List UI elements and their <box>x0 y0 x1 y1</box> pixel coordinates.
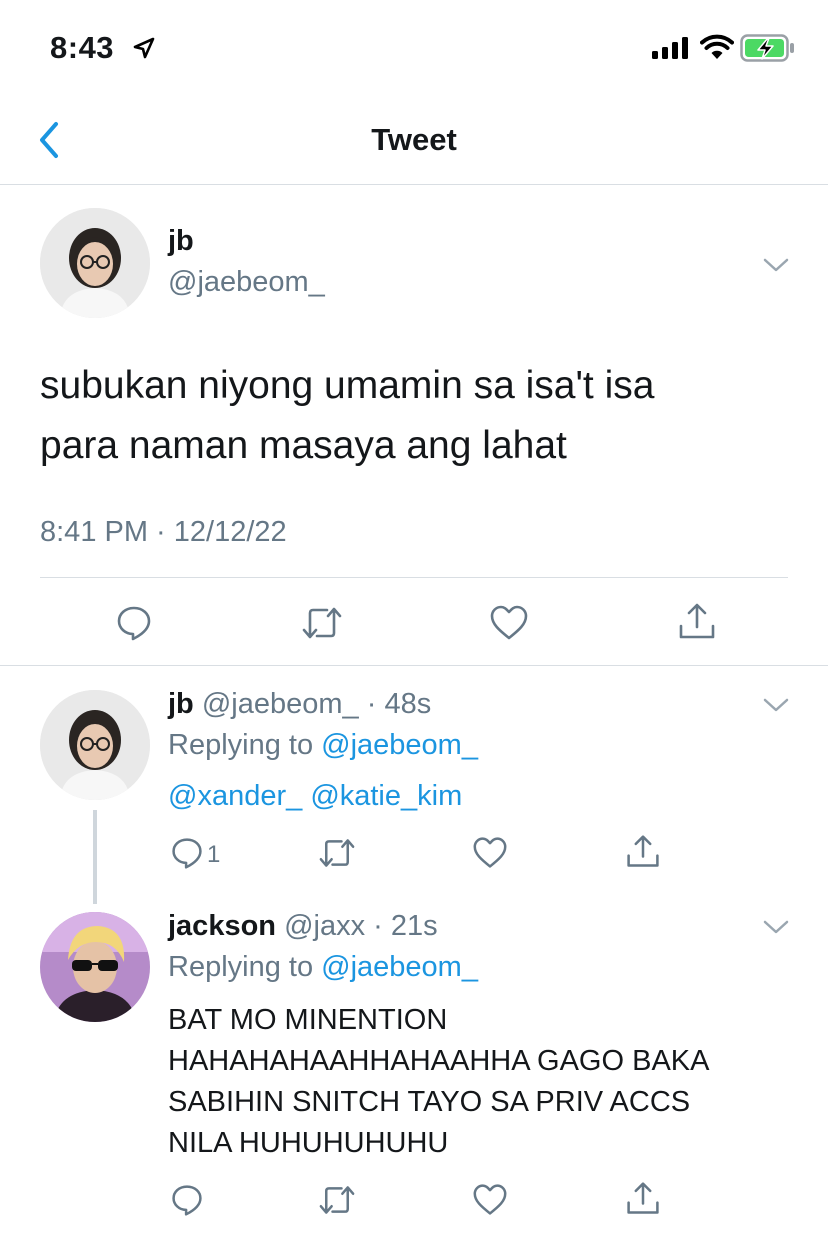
reply-button[interactable] <box>115 604 153 642</box>
battery-charging-icon <box>740 34 794 62</box>
meta-separator: · <box>365 910 391 942</box>
reply-text-line: BAT MO MINENTION <box>168 1004 448 1036</box>
share-icon <box>627 835 659 867</box>
reply-text-line: SABIHIN SNITCH TAYO SA PRIV ACCS <box>168 1086 691 1118</box>
status-bar: 8:43 <box>0 0 828 100</box>
reply-text: BAT MO MINENTION HAHAHAHAAHHAHAAHHA GAGO… <box>168 1000 788 1164</box>
avatar-photo <box>40 208 150 318</box>
reply-author-name[interactable]: jackson <box>168 910 276 942</box>
tweet-timestamp: 8:41 PM · 12/12/22 <box>40 516 287 548</box>
page-title: Tweet <box>371 122 457 157</box>
share-button[interactable] <box>625 1181 661 1217</box>
chevron-down-icon[interactable] <box>763 919 789 935</box>
like-button[interactable] <box>489 604 529 642</box>
meta-separator: · <box>358 688 385 720</box>
replying-prefix: Replying to <box>168 951 322 983</box>
reply-mentions: @xander_ @katie_kim <box>168 780 462 813</box>
comment-icon <box>172 838 202 869</box>
comment-icon <box>117 606 151 641</box>
replying-to: Replying to @jaebeom_ <box>168 729 478 762</box>
reply-text-line: NILA HUHUHUHUHU <box>168 1127 449 1159</box>
cellular-signal-icon <box>652 37 688 59</box>
share-button[interactable] <box>677 602 717 642</box>
avatar-jb[interactable] <box>40 690 150 800</box>
tweet-text: subukan niyong umamin sa isa't isa para … <box>40 356 800 476</box>
share-icon <box>679 603 715 639</box>
retweet-icon <box>319 839 355 867</box>
reply-age: 21s <box>390 910 438 942</box>
retweet-button[interactable] <box>318 1183 356 1217</box>
replying-to: Replying to @jaebeom_ <box>168 951 478 984</box>
heart-icon <box>473 1184 507 1215</box>
reply-author-handle[interactable]: @jaebeom_ <box>202 688 359 720</box>
tweet-text-line: subukan niyong umamin sa isa't isa <box>40 364 655 407</box>
share-button[interactable] <box>625 834 661 870</box>
comment-icon <box>172 1185 202 1216</box>
replying-to-link[interactable]: @jaebeom_ <box>321 951 478 983</box>
retweet-button[interactable] <box>301 604 343 642</box>
retweet-icon <box>302 607 342 639</box>
wifi-icon <box>700 34 734 59</box>
tweet-text-line: para naman masaya ang lahat <box>40 424 567 467</box>
avatar-photo <box>40 690 150 800</box>
thread-connector <box>93 810 97 904</box>
heart-icon <box>473 837 507 868</box>
reply-header: jackson @jaxx · 21s <box>168 910 438 943</box>
reply-author-handle[interactable]: @jaxx <box>284 910 365 942</box>
reply-author-name[interactable]: jb <box>168 688 194 720</box>
status-time: 8:43 <box>50 30 115 65</box>
divider <box>0 665 828 666</box>
chevron-down-icon[interactable] <box>763 257 789 273</box>
reply-text-line: HAHAHAHAAHHAHAAHHA GAGO BAKA <box>168 1045 710 1077</box>
reply-button[interactable] <box>170 1183 204 1217</box>
reply-header: jb @jaebeom_ · 48s <box>168 688 431 721</box>
chevron-down-icon[interactable] <box>763 697 789 713</box>
replying-prefix: Replying to <box>168 729 322 761</box>
avatar-photo <box>40 912 150 1022</box>
author-name[interactable]: jb <box>168 225 194 258</box>
avatar-jb[interactable] <box>40 208 150 318</box>
reply-age: 48s <box>384 688 432 720</box>
author-handle[interactable]: @jaebeom_ <box>168 266 325 299</box>
reply-count: 1 <box>207 841 221 868</box>
heart-icon <box>490 605 528 640</box>
mention-link[interactable]: @katie_kim <box>310 780 462 812</box>
like-button[interactable] <box>472 836 508 870</box>
avatar-jackson[interactable] <box>40 912 150 1022</box>
like-button[interactable] <box>472 1183 508 1217</box>
mention-link[interactable]: @xander_ <box>168 780 302 812</box>
retweet-icon <box>319 1186 355 1214</box>
location-arrow-icon <box>133 37 155 59</box>
replying-to-link[interactable]: @jaebeom_ <box>321 729 478 761</box>
navigation-header: Tweet <box>0 100 828 185</box>
divider <box>40 577 788 578</box>
reply-button[interactable] <box>170 836 204 870</box>
retweet-button[interactable] <box>318 836 356 870</box>
share-icon <box>627 1182 659 1214</box>
